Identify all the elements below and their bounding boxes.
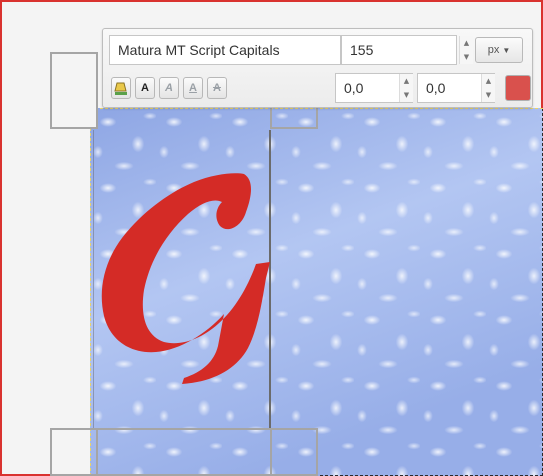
italic-button[interactable]: A [159, 77, 179, 99]
spin-down-icon[interactable]: ▼ [404, 91, 409, 99]
chevron-down-icon: ▼ [502, 45, 511, 55]
font-family-input[interactable]: Matura MT Script Capitals [109, 35, 341, 65]
spin-up-icon[interactable]: ▲ [464, 39, 469, 47]
bold-button[interactable]: A [135, 77, 155, 99]
y-offset-spinner[interactable]: ▲ ▼ [481, 74, 495, 102]
unit-label: px [487, 44, 500, 56]
transform-handle-bottom-left[interactable] [50, 428, 98, 476]
unit-select[interactable]: px ▼ [475, 37, 523, 63]
spin-down-icon[interactable]: ▼ [464, 53, 469, 61]
strike-a-icon: A [213, 82, 221, 94]
font-size-input[interactable]: 155 [341, 35, 457, 65]
spin-down-icon[interactable]: ▼ [486, 91, 491, 99]
underline-a-icon: A [189, 82, 197, 94]
italic-a-icon: A [165, 82, 173, 94]
text-color-button[interactable] [505, 75, 531, 101]
paint-bucket-icon [114, 82, 127, 95]
fill-color-button[interactable] [111, 77, 131, 99]
transform-handle-bottom-right[interactable] [270, 428, 318, 476]
strikethrough-button[interactable]: A [207, 77, 227, 99]
font-size-spinner[interactable]: ▲ ▼ [459, 36, 473, 64]
transform-handle-top-left[interactable] [50, 52, 98, 129]
transform-handle-bottom[interactable] [98, 428, 270, 476]
text-layer-glyph[interactable] [96, 166, 276, 388]
x-offset-spinner[interactable]: ▲ ▼ [399, 74, 413, 102]
spin-up-icon[interactable]: ▲ [404, 77, 409, 85]
text-tool-options-bar: Matura MT Script Capitals 155 ▲ ▼ px ▼ A… [102, 28, 533, 108]
underline-button[interactable]: A [183, 77, 203, 99]
bold-a-icon: A [141, 82, 149, 94]
spin-up-icon[interactable]: ▲ [486, 77, 491, 85]
